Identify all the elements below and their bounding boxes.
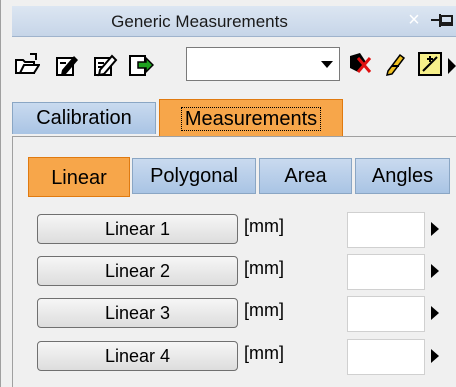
toolbar-overflow-icon[interactable] bbox=[446, 54, 456, 80]
linear-1-value-field[interactable] bbox=[347, 212, 425, 248]
tab-angles[interactable]: Angles bbox=[355, 158, 450, 194]
pin-icon[interactable] bbox=[430, 12, 454, 30]
edit-document-alt-icon[interactable] bbox=[92, 52, 118, 78]
close-icon[interactable]: × bbox=[402, 8, 426, 32]
tab-area[interactable]: Area bbox=[259, 158, 352, 194]
unit-label: [mm] bbox=[244, 300, 284, 320]
unit-label: [mm] bbox=[244, 258, 284, 278]
expand-arrow-icon[interactable] bbox=[431, 306, 439, 320]
linear-1-button[interactable]: Linear 1 bbox=[37, 214, 238, 244]
open-folder-icon[interactable] bbox=[14, 52, 40, 78]
tab-calibration-label: Calibration bbox=[36, 107, 132, 129]
linear-2-value-field[interactable] bbox=[347, 254, 425, 290]
measurement-row: Linear 3 [mm] bbox=[37, 296, 447, 332]
measurement-row: Linear 2 [mm] bbox=[37, 254, 447, 290]
tab-linear-label: Linear bbox=[51, 167, 107, 189]
pencil-tool-icon[interactable] bbox=[384, 51, 410, 77]
tab-angles-label: Angles bbox=[371, 165, 434, 187]
tab-area-label: Area bbox=[284, 165, 327, 187]
toolbar bbox=[12, 42, 456, 90]
linear-4-value-field[interactable] bbox=[347, 339, 425, 375]
linear-3-button[interactable]: Linear 3 bbox=[37, 298, 238, 328]
tab-measurements[interactable]: Measurements bbox=[159, 99, 343, 137]
measurement-row: Linear 1 [mm] bbox=[37, 212, 447, 248]
linear-4-button[interactable]: Linear 4 bbox=[37, 341, 238, 371]
title-bar: Generic Measurements × bbox=[12, 6, 456, 37]
tab-calibration[interactable]: Calibration bbox=[12, 102, 156, 134]
chevron-down-icon[interactable] bbox=[321, 61, 333, 68]
tab-polygonal[interactable]: Polygonal bbox=[132, 158, 256, 194]
measurement-set-combobox[interactable] bbox=[186, 47, 340, 81]
measure-tool-icon[interactable] bbox=[417, 51, 443, 77]
export-icon[interactable] bbox=[128, 52, 154, 78]
tab-polygonal-label: Polygonal bbox=[150, 165, 238, 187]
measurement-row: Linear 4 [mm] bbox=[37, 339, 447, 375]
tab-linear[interactable]: Linear bbox=[28, 157, 130, 197]
unit-label: [mm] bbox=[244, 343, 284, 363]
tab-measurements-label: Measurements bbox=[180, 107, 322, 131]
unit-label: [mm] bbox=[244, 216, 284, 236]
expand-arrow-icon[interactable] bbox=[431, 264, 439, 278]
linear-2-button[interactable]: Linear 2 bbox=[37, 256, 238, 286]
expand-arrow-icon[interactable] bbox=[431, 349, 439, 363]
generic-measurements-panel: Generic Measurements × Calibration Measu… bbox=[0, 0, 456, 387]
linear-3-value-field[interactable] bbox=[347, 296, 425, 332]
panel-title: Generic Measurements bbox=[111, 12, 288, 31]
delete-measurement-icon[interactable] bbox=[346, 50, 372, 76]
expand-arrow-icon[interactable] bbox=[431, 222, 439, 236]
edit-document-icon[interactable] bbox=[54, 52, 80, 78]
